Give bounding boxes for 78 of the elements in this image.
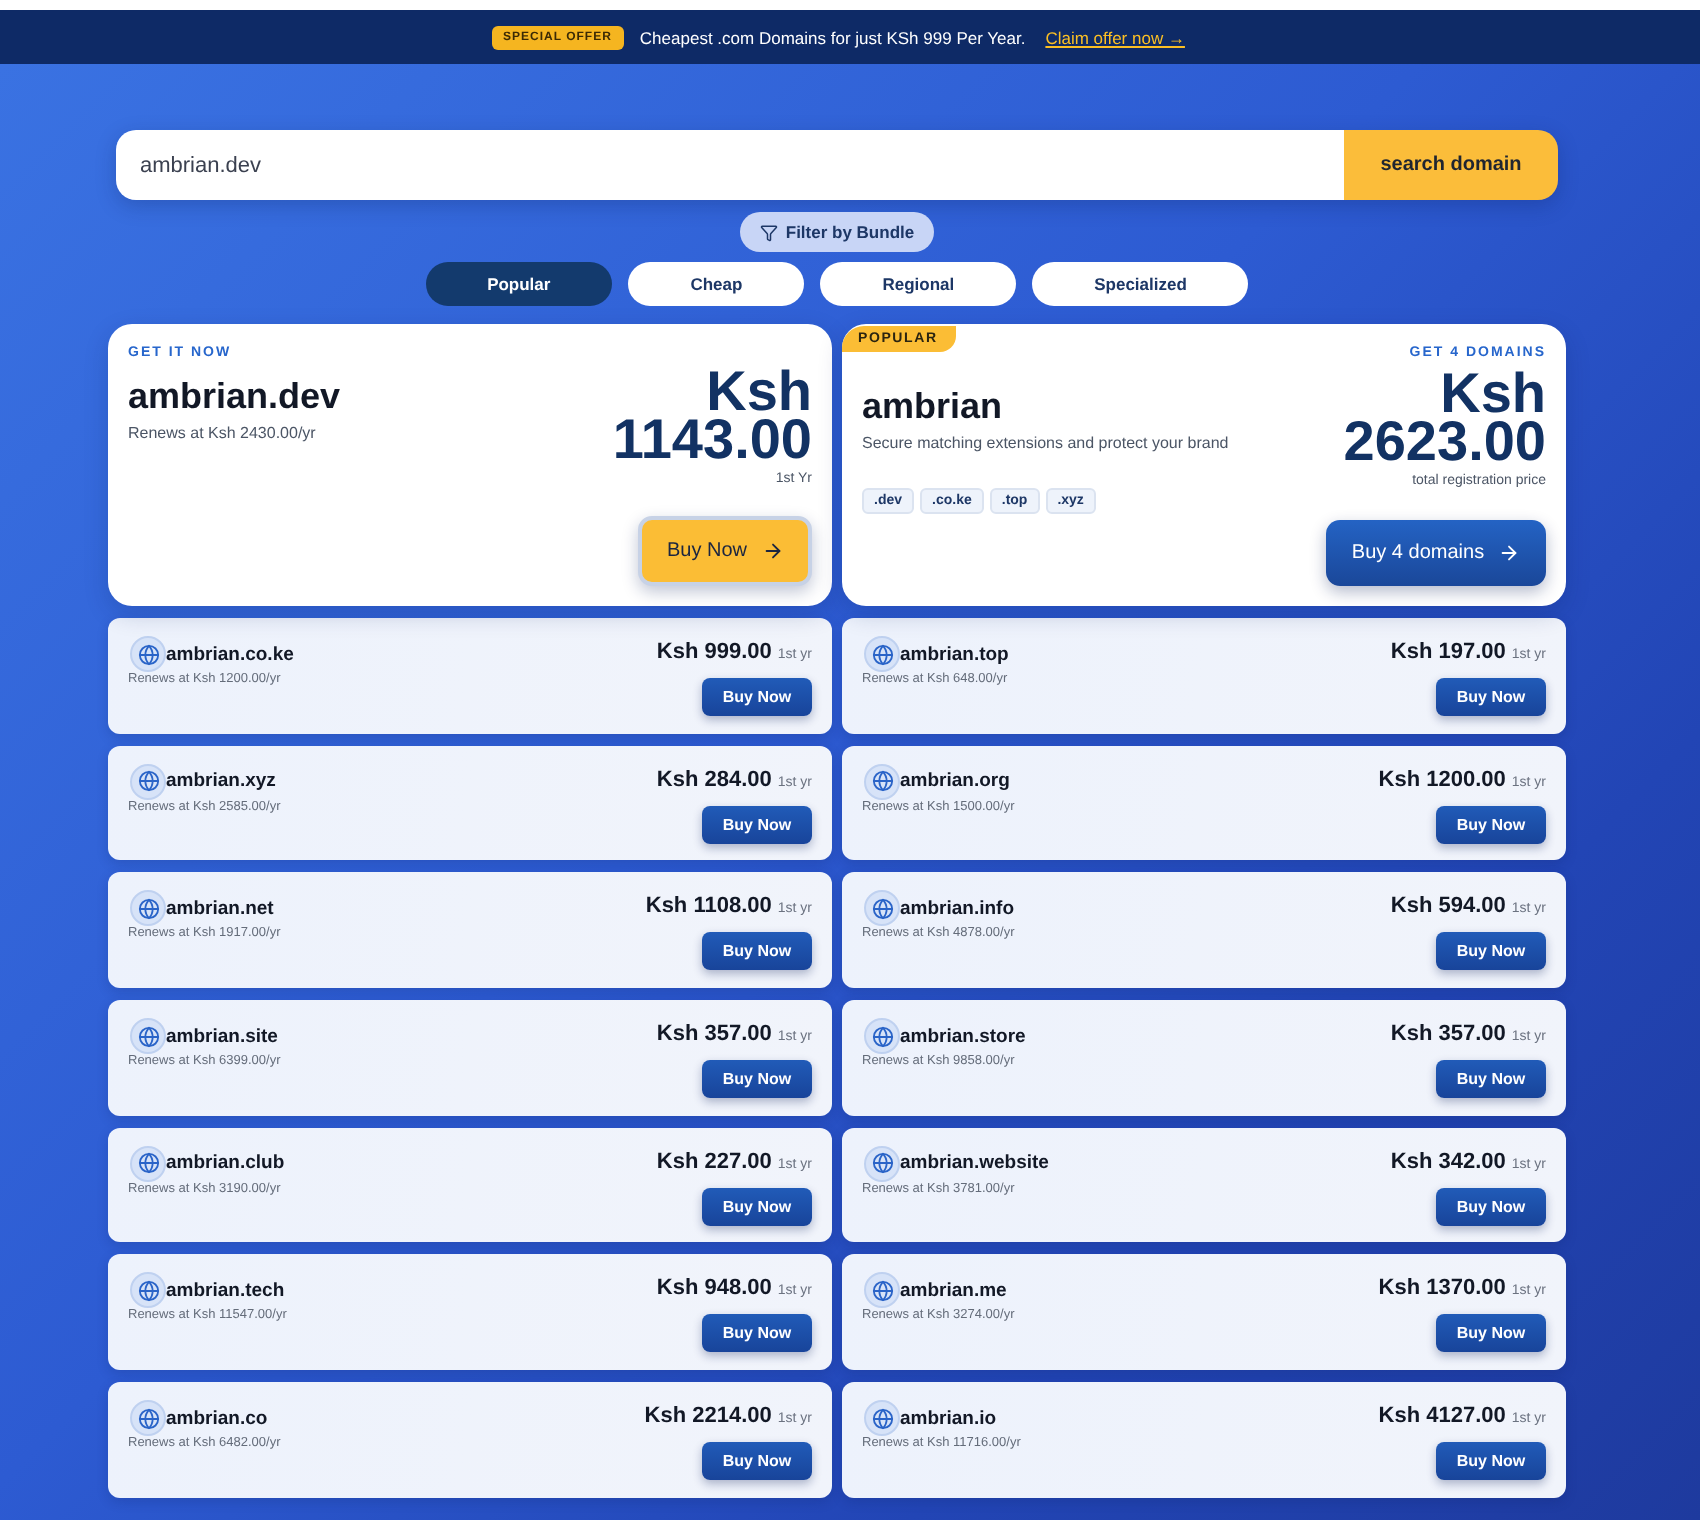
buy-now-button[interactable]: Buy Now [1436, 932, 1546, 971]
domain-price: Ksh 284.00 [656, 767, 772, 794]
buy-now-button[interactable]: Buy Now [702, 932, 812, 971]
renewal-price: Renews at Ksh 2430.00/yr [128, 424, 318, 442]
buy-now-button[interactable]: Buy Now [1436, 1314, 1546, 1353]
category-tab[interactable]: Cheap [628, 262, 805, 306]
globe-icon [130, 1272, 166, 1309]
search-field[interactable]: ambrian.dev [116, 130, 1344, 200]
domain-name: ambrian.xyz [166, 770, 276, 793]
arrow-right-icon [761, 540, 783, 562]
buy-now-button[interactable]: Buy Now [1436, 805, 1546, 844]
domain-price: Ksh 1108.00 [645, 894, 772, 921]
bundle-name: ambrian [862, 384, 1005, 428]
currency-label: Ksh [706, 368, 812, 416]
domain-name: ambrian.org [900, 770, 1010, 793]
buy-now-button[interactable]: Buy Now [702, 805, 812, 844]
domain-price: Ksh 357.00 [1390, 1022, 1506, 1049]
search-button[interactable]: search domain [1344, 130, 1558, 200]
promo-message: Cheapest .com Domains for just KSh 999 Per Year. [639, 27, 1026, 47]
category-tab[interactable]: Popular [425, 262, 613, 306]
domain-price: Ksh 342.00 [1390, 1149, 1506, 1176]
domain-name: ambrian.info [900, 897, 1015, 920]
domain-price: Ksh 1370.00 [1378, 1276, 1506, 1303]
globe-icon [864, 1145, 900, 1182]
globe-icon [130, 763, 166, 800]
buy-now-button[interactable]: Buy Now [702, 678, 812, 716]
filter-icon [759, 223, 778, 241]
domain-price: Ksh 948.00 [656, 1276, 772, 1303]
globe-icon [130, 636, 166, 672]
domain-name: ambrian.net [166, 897, 274, 920]
domain-price: Ksh 4127.00 [1378, 1404, 1506, 1431]
domain-price: Ksh 2214.00 [644, 1404, 772, 1431]
domain-price: Ksh 999.00 [656, 640, 772, 666]
domain-name: ambrian.website [900, 1152, 1049, 1175]
domain-name: ambrian.co.ke [166, 643, 294, 665]
buy-now-button[interactable]: Buy Now [702, 1314, 812, 1353]
buy-now-button[interactable]: Buy Now [1436, 1060, 1546, 1099]
domain-name: ambrian.club [166, 1152, 285, 1175]
bundle-description: Secure matching extensions and protect your brand [862, 434, 1229, 452]
domain-price: Ksh 227.00 [656, 1149, 772, 1176]
domain-name: ambrian.io [900, 1407, 997, 1430]
domain-name: ambrian.tech [166, 1279, 285, 1302]
domain-price: Ksh 357.00 [656, 1022, 772, 1049]
domain-price: Ksh 197.00 [1390, 640, 1506, 666]
filter-button[interactable]: Filter by Bundle [739, 212, 935, 252]
buy-now-button[interactable]: Buy Now [1436, 1187, 1546, 1226]
domain-name: ambrian.store [900, 1025, 1026, 1048]
domain-name: ambrian.site [166, 1025, 278, 1048]
globe-icon [130, 1145, 166, 1182]
buy-now-button[interactable]: Buy Now [1436, 678, 1546, 716]
arrow-right-icon [1498, 542, 1521, 564]
domain-name: ambrian.dev [128, 374, 341, 418]
featured-price: 1143.00 [612, 416, 812, 464]
currency-label: Ksh [1440, 370, 1546, 418]
buy-now-button[interactable]: Buy Now [702, 1442, 812, 1481]
globe-icon [864, 1400, 900, 1437]
category-tab[interactable]: Regional [820, 262, 1017, 306]
buy-now-button[interactable]: Buy Now [1436, 1442, 1546, 1481]
domain-name: ambrian.top [900, 643, 1009, 665]
globe-icon [864, 1018, 900, 1055]
domain-name: ambrian.co [166, 1407, 268, 1430]
domain-price: Ksh 594.00 [1390, 894, 1506, 921]
claim-offer-link[interactable]: Claim offer now → [1045, 27, 1185, 47]
category-tab[interactable]: Specialized [1032, 262, 1249, 306]
globe-icon [864, 1272, 900, 1309]
globe-icon [864, 763, 900, 800]
buy-now-button[interactable]: Buy Now [702, 1060, 812, 1099]
domain-price: Ksh 1200.00 [1378, 767, 1506, 794]
buy-now-button[interactable]: Buy Now [702, 1187, 812, 1226]
globe-icon [130, 890, 166, 927]
buy-bundle-button[interactable]: Buy 4 domains [1326, 520, 1546, 586]
globe-icon [130, 1018, 166, 1055]
globe-icon [130, 1400, 166, 1437]
bundle-price: 2623.00 [1343, 418, 1546, 466]
buy-now-button[interactable]: Buy Now [638, 516, 812, 586]
domain-name: ambrian.me [900, 1279, 1007, 1302]
globe-icon [864, 890, 900, 927]
globe-icon [864, 636, 900, 672]
